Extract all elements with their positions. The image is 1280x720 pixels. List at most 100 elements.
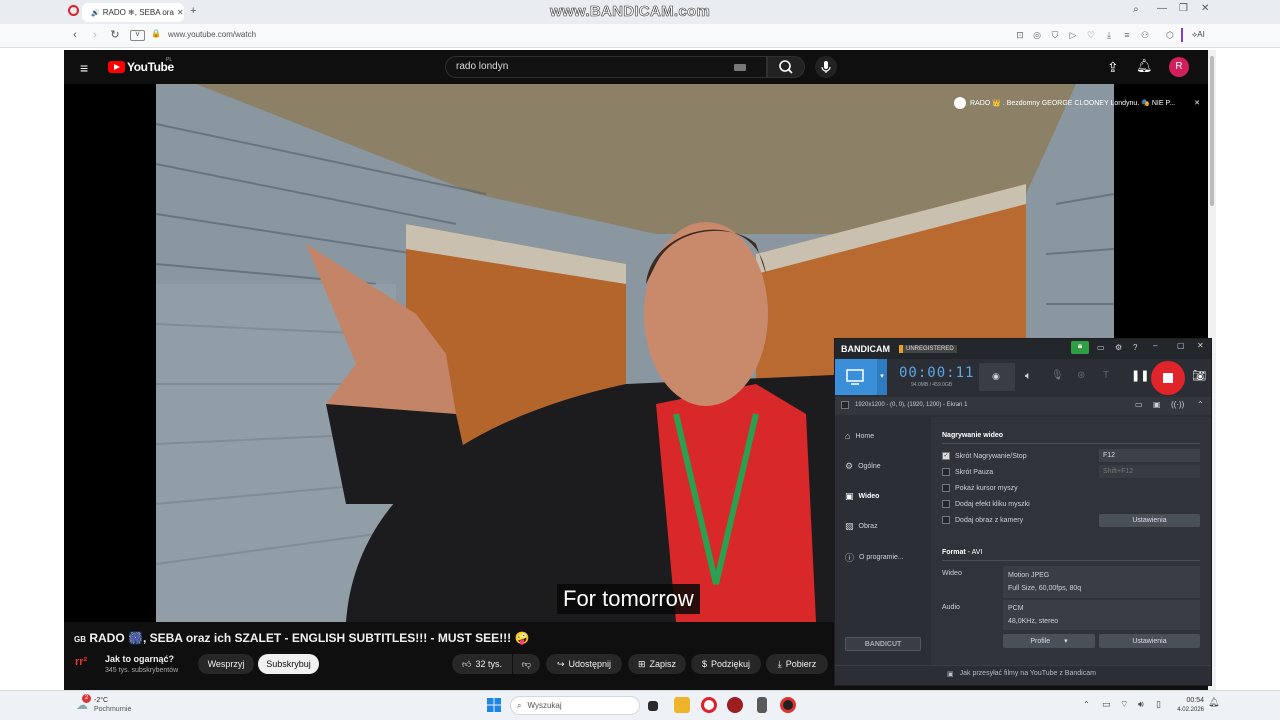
record-hotkey-field[interactable]: F12 <box>1099 449 1200 462</box>
checkbox[interactable] <box>942 468 950 476</box>
download-icon[interactable]: ⤓ <box>1103 29 1115 41</box>
task-view-icon[interactable] <box>648 701 658 711</box>
close-window-button[interactable]: ✕ <box>1201 3 1209 14</box>
nav-item-video[interactable]: ▣ Wideo <box>845 491 879 502</box>
tab-search-icon[interactable]: ⌕ <box>1133 4 1139 15</box>
notification-center-icon[interactable]: 🔔︎ <box>1208 697 1219 708</box>
save-button[interactable]: ⊞ Zapisz <box>628 654 686 674</box>
scrollbar-thumb[interactable] <box>1210 56 1214 206</box>
option-pause-hotkey[interactable]: Skrót Pauza <box>942 468 993 476</box>
bandicut-button[interactable]: BANDICUT <box>845 637 921 651</box>
webcam-overlay-button[interactable]: ◉ <box>979 363 1015 391</box>
restore-button[interactable]: ❐ <box>1179 3 1188 14</box>
clock-time[interactable]: 00:54 <box>1176 697 1204 704</box>
keyboard-icon[interactable] <box>734 64 746 71</box>
screenshot-camera-icon[interactable]: 📷︎ <box>1192 369 1206 382</box>
voice-search-button[interactable] <box>815 56 837 78</box>
record-icon[interactable]: ▭ <box>1135 400 1143 409</box>
ai-button[interactable]: ⟡AI <box>1192 30 1205 40</box>
profile-icon[interactable]: ⚇ <box>1139 29 1151 41</box>
mouse-effect-icon[interactable]: ⊛ <box>1077 370 1085 381</box>
play-icon[interactable]: ▷ <box>1067 29 1079 41</box>
checkbox[interactable] <box>942 516 950 524</box>
bandicam-maximize-button[interactable]: ▢ <box>1177 341 1185 350</box>
dislike-button[interactable]: 👎︎ <box>513 654 540 674</box>
webcam-settings-button[interactable]: Ustawienia <box>1099 514 1200 527</box>
next-video-preview[interactable]: RADO 👑 . Bezdomny GEORGE CLOONEY Londynu… <box>954 95 1206 111</box>
opera-logo-icon[interactable] <box>68 5 79 16</box>
file-explorer-icon[interactable] <box>674 697 690 713</box>
option-record-hotkey[interactable]: ✓ Skrót Nagrywanie/Stop <box>942 452 1027 460</box>
snapshot-icon[interactable]: ⊡ <box>1014 29 1026 41</box>
tool-app-icon[interactable] <box>757 697 767 713</box>
checkbox[interactable] <box>942 484 950 492</box>
pause-icon[interactable]: ❚❚ <box>1131 369 1149 382</box>
channel-name[interactable]: Jak to ogarnąć? <box>105 654 174 664</box>
microphone-muted-icon[interactable]: 🎙︎ <box>1051 370 1064 381</box>
avatar[interactable]: R <box>1169 57 1189 77</box>
unregistered-badge[interactable]: UNREGISTERED <box>899 345 957 353</box>
collapse-icon[interactable]: ⌃ <box>1197 400 1204 409</box>
text-overlay-icon[interactable]: T <box>1103 370 1109 381</box>
clock-date[interactable]: 4.02.2026 <box>1170 707 1204 713</box>
lock-unlock-icon[interactable]: 🔒︎ <box>1071 341 1089 354</box>
shield-icon[interactable]: ⛉ <box>1049 29 1061 41</box>
search-input[interactable]: rado londyn <box>445 56 767 78</box>
youtube-help-link[interactable]: ▣ Jak przesyłać filmy na YouTube z Bandic… <box>947 670 1096 678</box>
extensions-icon[interactable]: ⬡ <box>1164 29 1176 41</box>
tab-close-icon[interactable]: ✕ <box>177 8 184 17</box>
help-icon[interactable]: ? <box>1133 343 1137 352</box>
checkbox[interactable] <box>942 500 950 508</box>
nav-item-general[interactable]: ⚙ Ogólne <box>845 461 881 472</box>
minimize-button[interactable]: — <box>1157 3 1167 14</box>
volume-icon[interactable]: 🔊︎ <box>1138 699 1144 710</box>
broadcast-icon[interactable]: ((·)) <box>1171 400 1184 409</box>
hamburger-menu-icon[interactable]: ≡ <box>80 60 88 76</box>
folder-icon[interactable]: ▭ <box>1097 343 1105 352</box>
bandicam-close-button[interactable]: ✕ <box>1197 341 1204 350</box>
game-app-icon[interactable] <box>727 697 743 713</box>
upload-icon[interactable]: ⇪ <box>1107 59 1119 76</box>
resolution-checkbox[interactable] <box>841 401 849 409</box>
taskbar-search[interactable]: ⌕ Wyszukaj <box>510 696 640 715</box>
channel-logo[interactable]: rr² <box>75 656 87 668</box>
network-icon[interactable]: ⌔ <box>1120 699 1128 710</box>
battery-icon[interactable]: ▯ <box>1156 699 1161 710</box>
download-button[interactable]: ⤓ Pobierz <box>766 654 828 674</box>
preview-close-icon[interactable]: ✕ <box>1194 99 1200 107</box>
browser-tab[interactable]: 🔊 RADO ❄, SEBA ora ✕ <box>82 3 184 22</box>
vpn-badge[interactable]: V <box>130 30 145 41</box>
screen-mode-button[interactable] <box>835 359 877 395</box>
youtube-logo-icon[interactable] <box>108 61 125 73</box>
option-click-effect[interactable]: Dodaj efekt kliku myszki <box>942 500 1030 508</box>
back-button[interactable]: ‹ <box>68 28 82 42</box>
search-button[interactable] <box>767 56 805 78</box>
new-tab-button[interactable]: + <box>190 5 196 17</box>
url-field[interactable]: www.youtube.com/watch <box>168 30 256 39</box>
tray-chevron-icon[interactable]: ⌃ <box>1083 700 1090 709</box>
support-button[interactable]: Wesprzyj <box>198 654 254 674</box>
profile-button[interactable]: Profile ▾ <box>1003 634 1095 648</box>
option-webcam[interactable]: Dodaj obraz z kamery <box>942 516 1023 524</box>
image-icon[interactable]: ▣ <box>1153 400 1161 409</box>
reload-button[interactable]: ↻ <box>108 28 122 42</box>
settings-icon[interactable]: ⚙ <box>1115 343 1122 352</box>
opera-taskbar-icon[interactable] <box>701 697 717 713</box>
bandicam-minimize-button[interactable]: – <box>1153 341 1157 350</box>
mode-dropdown-icon[interactable]: ▾ <box>877 359 887 395</box>
like-button[interactable]: 👍︎ 32 tys. <box>452 654 512 674</box>
menu-icon[interactable]: ≡ <box>1121 29 1133 41</box>
format-settings-button[interactable]: Ustawienia <box>1099 634 1200 648</box>
thanks-button[interactable]: $ Podziękuj <box>691 654 761 674</box>
stop-recording-button[interactable] <box>1151 361 1185 395</box>
subscribe-button[interactable]: Subskrybuj <box>258 654 319 674</box>
bandicam-taskbar-icon[interactable] <box>780 697 796 713</box>
heart-icon[interactable]: ♡ <box>1085 29 1097 41</box>
speaker-volume-icon[interactable]: 🔈︎ <box>1025 370 1032 383</box>
windows-start-icon[interactable] <box>487 698 501 712</box>
notifications-bell-icon[interactable]: 🔔︎ <box>1136 58 1153 74</box>
forward-button[interactable]: › <box>88 28 102 42</box>
nav-item-about[interactable]: ⓘ O programie... <box>845 551 904 564</box>
pause-hotkey-field[interactable]: Shift+F12 <box>1099 465 1200 478</box>
camera-icon[interactable]: ◎ <box>1031 29 1043 41</box>
